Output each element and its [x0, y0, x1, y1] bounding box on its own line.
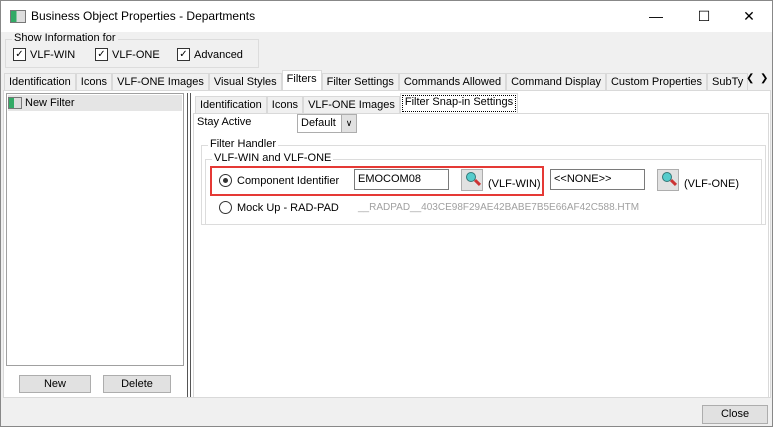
- delete-button[interactable]: Delete: [103, 375, 171, 393]
- chevron-down-icon: ∨: [341, 115, 356, 132]
- check-icon: ✓: [13, 48, 26, 61]
- tab-filter-settings[interactable]: Filter Settings: [321, 73, 399, 91]
- tab-icons[interactable]: Icons: [75, 73, 113, 91]
- checkbox-label: VLF-ONE: [112, 48, 160, 61]
- title-bar: Business Object Properties - Departments…: [1, 1, 772, 32]
- filter-name: New Filter: [25, 97, 75, 109]
- vlf-group-label: VLF-WIN and VLF-ONE: [212, 152, 334, 164]
- tab-subtypes[interactable]: SubTy: [707, 73, 749, 91]
- tab-command-display[interactable]: Command Display: [506, 73, 606, 91]
- radio-label: Component Identifier: [237, 174, 340, 187]
- tab-commands-allowed[interactable]: Commands Allowed: [398, 73, 507, 91]
- tab-custom-properties[interactable]: Custom Properties: [605, 73, 708, 91]
- subtab-vlf-one-images[interactable]: VLF-ONE Images: [303, 96, 400, 114]
- tab-scroll-left[interactable]: ❮: [746, 73, 754, 84]
- mockup-file: __RADPAD__403CE98F29AE42BABE7B5E66AF42C5…: [358, 202, 640, 213]
- close-button[interactable]: Close: [702, 405, 768, 424]
- list-item[interactable]: New Filter: [8, 95, 182, 111]
- radio-icon: [219, 174, 232, 187]
- subtab-icons[interactable]: Icons: [266, 96, 304, 114]
- vlf-win-checkbox[interactable]: ✓ VLF-WIN: [13, 48, 75, 61]
- new-button[interactable]: New: [19, 375, 91, 393]
- sub-tabs: Identification Icons VLF-ONE Images Filt…: [195, 93, 519, 114]
- vlf-one-search-button[interactable]: [657, 169, 679, 191]
- show-info-label: Show Information for: [12, 32, 118, 44]
- vlf-one-checkbox[interactable]: ✓ VLF-ONE: [95, 48, 160, 61]
- check-icon: ✓: [95, 48, 108, 61]
- check-icon: ✓: [177, 48, 190, 61]
- filters-list[interactable]: New Filter: [6, 93, 184, 366]
- magnifier-handle: [473, 178, 482, 187]
- filter-icon: [8, 97, 22, 109]
- tab-vlf-one-images[interactable]: VLF-ONE Images: [112, 73, 209, 91]
- component-identifier-radio[interactable]: Component Identifier: [219, 174, 339, 187]
- subtab-identification[interactable]: Identification: [195, 96, 267, 114]
- vlf-win-search-button[interactable]: [461, 169, 483, 191]
- stay-active-label: Stay Active: [197, 116, 252, 128]
- close-window-button[interactable]: ✕: [726, 1, 772, 32]
- mockup-radio[interactable]: Mock Up - RAD-PAD: [219, 201, 339, 214]
- window-title: Business Object Properties - Departments: [31, 9, 256, 23]
- main-tabs: Identification Icons VLF-ONE Images Visu…: [4, 70, 749, 91]
- vlf-one-tag: (VLF-ONE): [684, 178, 739, 190]
- filter-handler-label: Filter Handler: [208, 138, 279, 150]
- tab-visual-styles[interactable]: Visual Styles: [208, 73, 282, 91]
- vlf-win-component-input[interactable]: EMOCOM08: [354, 169, 449, 190]
- radio-label: Mock Up - RAD-PAD: [237, 201, 339, 214]
- minimize-button[interactable]: —: [633, 1, 679, 32]
- vlf-one-component-input[interactable]: <<NONE>>: [550, 169, 645, 190]
- maximize-button[interactable]: ☐: [681, 1, 727, 32]
- stay-active-dropdown[interactable]: Default ∨: [297, 114, 357, 133]
- tab-identification[interactable]: Identification: [4, 73, 76, 91]
- checkbox-label: Advanced: [194, 48, 243, 61]
- radio-icon: [219, 201, 232, 214]
- dropdown-value: Default: [301, 117, 336, 129]
- checkbox-label: VLF-WIN: [30, 48, 76, 61]
- tab-scroll-right[interactable]: ❯: [760, 73, 768, 84]
- window: Business Object Properties - Departments…: [0, 0, 773, 427]
- tab-filters[interactable]: Filters: [281, 70, 322, 91]
- app-icon: [10, 10, 26, 23]
- magnifier-handle: [669, 178, 678, 187]
- show-info-group: Show Information for ✓ VLF-WIN ✓ VLF-ONE ✓…: [5, 32, 259, 68]
- subtab-filter-snapin-settings[interactable]: Filter Snap-in Settings: [399, 93, 519, 114]
- vlf-win-tag: (VLF-WIN): [488, 178, 541, 190]
- splitter[interactable]: [187, 93, 191, 397]
- advanced-checkbox[interactable]: ✓ Advanced: [177, 48, 243, 61]
